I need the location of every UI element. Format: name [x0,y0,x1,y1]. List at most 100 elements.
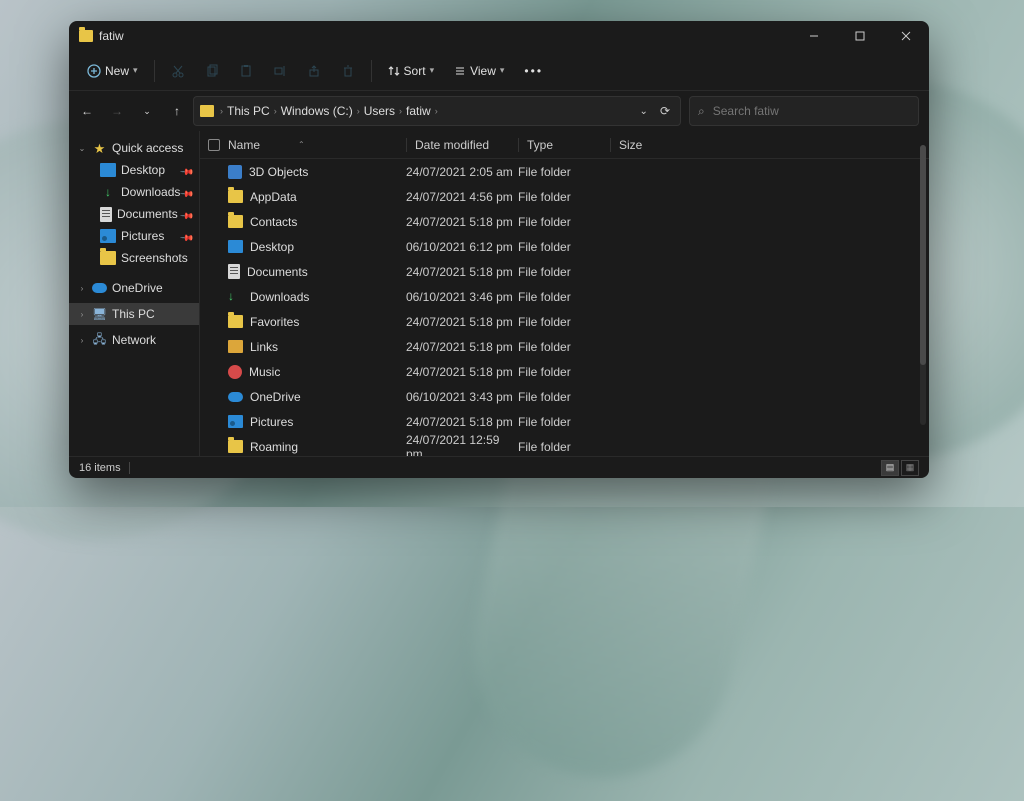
share-button[interactable] [299,55,329,87]
column-label: Size [619,138,642,152]
pin-icon: 📌 [181,164,192,175]
network-icon: 🖧 [92,333,107,348]
chevron-right-icon: › [77,310,87,319]
window-title: fatiw [99,29,124,43]
refresh-button[interactable]: ⟳ [660,104,670,118]
search-input[interactable] [713,104,910,118]
file-name: Contacts [250,215,297,229]
sidebar-item-pictures[interactable]: Pictures 📌 [69,225,199,247]
sidebar-item-documents[interactable]: Documents 📌 [69,203,199,225]
up-button[interactable]: ↑ [169,104,185,118]
folder-icon [228,440,243,453]
desktop-icon [228,240,243,253]
table-row[interactable]: Documents 24/07/2021 5:18 pmFile folder [200,259,929,284]
column-header-name[interactable]: Name ⌃ [228,138,406,152]
separator [371,60,372,82]
maximize-button[interactable] [837,21,883,51]
breadcrumb[interactable]: fatiw› [406,104,438,118]
file-date: 24/07/2021 5:18 pm [406,265,518,279]
download-icon: ↓ [100,185,116,199]
folder-icon [228,315,243,328]
scrollbar-thumb[interactable] [920,145,926,365]
more-button[interactable]: ••• [516,55,551,87]
breadcrumb-label: This PC [227,104,270,118]
column-header-size[interactable]: Size [610,138,680,152]
file-name: Pictures [250,415,293,429]
forward-button[interactable]: → [109,104,125,118]
breadcrumb[interactable]: Windows (C:)› [281,104,360,118]
cloud-icon [92,283,107,293]
sidebar-item-quick-access[interactable]: ⌄ ★ Quick access [69,137,199,159]
plus-circle-icon [87,64,101,78]
view-button[interactable]: View ▾ [446,55,512,87]
sidebar-item-this-pc[interactable]: › 🖥 This PC [69,303,199,325]
folder-icon [228,215,243,228]
select-all-checkbox[interactable] [208,139,228,151]
sort-button[interactable]: Sort ▾ [380,55,443,87]
rename-button[interactable] [265,55,295,87]
breadcrumb[interactable]: This PC› [227,104,277,118]
file-type: File folder [518,365,610,379]
minimize-button[interactable] [791,21,837,51]
sidebar-item-label: This PC [112,307,155,321]
file-name: Favorites [250,315,299,329]
sidebar-item-network[interactable]: › 🖧 Network [69,329,199,351]
address-bar[interactable]: › This PC› Windows (C:)› Users› fatiw› ⌄… [193,96,681,126]
large-icons-view-button[interactable]: ▦ [901,460,919,476]
new-button[interactable]: New ▾ [79,55,146,87]
scissors-icon [171,64,185,78]
sidebar-item-downloads[interactable]: ↓ Downloads 📌 [69,181,199,203]
column-label: Name [228,138,260,152]
sidebar-item-label: Network [112,333,156,347]
column-label: Date modified [415,138,489,152]
table-row[interactable]: 3D Objects24/07/2021 2:05 amFile folder [200,159,929,184]
delete-button[interactable] [333,55,363,87]
content-area: Name ⌃ Date modified Type Size 3D Object… [199,131,929,456]
table-row[interactable]: Contacts24/07/2021 5:18 pmFile folder [200,209,929,234]
sidebar-item-desktop[interactable]: Desktop 📌 [69,159,199,181]
recent-button[interactable]: ⌄ [139,106,155,117]
file-type: File folder [518,265,610,279]
breadcrumb[interactable]: Users› [364,104,402,118]
cut-button[interactable] [163,55,193,87]
file-date: 24/07/2021 5:18 pm [406,215,518,229]
chevron-down-icon: ▾ [133,65,138,76]
pin-icon: 📌 [181,186,192,197]
table-row[interactable]: ↓Downloads06/10/2021 3:46 pmFile folder [200,284,929,309]
file-name: Documents [247,265,308,279]
view-button-label: View [470,64,496,78]
table-row[interactable]: Desktop06/10/2021 6:12 pmFile folder [200,234,929,259]
table-row[interactable]: Music24/07/2021 5:18 pmFile folder [200,359,929,384]
breadcrumb-label: Windows (C:) [281,104,353,118]
close-button[interactable] [883,21,929,51]
file-type: File folder [518,240,610,254]
desktop-icon [100,163,116,177]
copy-button[interactable] [197,55,227,87]
table-row[interactable]: Pictures24/07/2021 5:18 pmFile folder [200,409,929,434]
paste-button[interactable] [231,55,261,87]
file-date: 06/10/2021 3:46 pm [406,290,518,304]
table-row[interactable]: Favorites24/07/2021 5:18 pmFile folder [200,309,929,334]
table-row[interactable]: Links24/07/2021 5:18 pmFile folder [200,334,929,359]
window-controls [791,21,929,51]
back-button[interactable]: ← [79,104,95,118]
download-icon: ↓ [228,289,243,304]
table-row[interactable]: OneDrive06/10/2021 3:43 pmFile folder [200,384,929,409]
column-header-type[interactable]: Type [518,138,610,152]
search-box[interactable]: ⌕ [689,96,919,126]
file-date: 24/07/2021 5:18 pm [406,415,518,429]
history-dropdown[interactable]: ⌄ [640,106,648,117]
new-button-label: New [105,64,129,78]
file-date: 24/07/2021 12:59 pm [406,433,518,457]
sidebar-item-screenshots[interactable]: Screenshots [69,247,199,269]
sidebar-item-onedrive[interactable]: › OneDrive [69,277,199,299]
file-date: 24/07/2021 2:05 am [406,165,518,179]
details-view-button[interactable]: ▤ [881,460,899,476]
table-row[interactable]: Roaming24/07/2021 12:59 pmFile folder [200,434,929,456]
navigation-bar: ← → ⌄ ↑ › This PC› Windows (C:)› Users› … [69,91,929,131]
sidebar-item-label: Screenshots [121,251,188,265]
explorer-window: fatiw New ▾ Sort ▾ View ▾ •• [69,21,929,478]
table-row[interactable]: AppData24/07/2021 4:56 pmFile folder [200,184,929,209]
column-header-date[interactable]: Date modified [406,138,518,152]
pin-icon: 📌 [181,230,192,241]
